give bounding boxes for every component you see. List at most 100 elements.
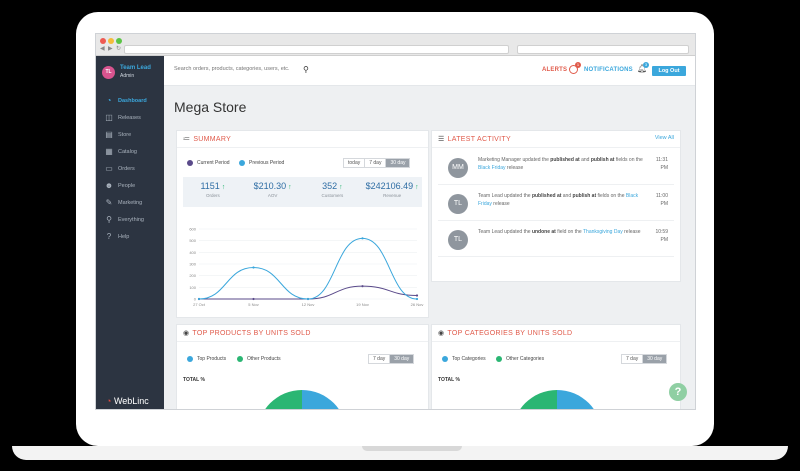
dashboard-icon: ◔	[106, 96, 112, 105]
activity-text: Team Lead updated the published at and p…	[478, 192, 648, 208]
back-icon[interactable]: ◀	[100, 45, 105, 52]
browser-window: ◀ ▶ ↻ TL Team Lead Admin ◔ Dashboard ◫ Rel…	[95, 33, 696, 410]
activity-tail: field on the	[557, 229, 582, 235]
user-profile[interactable]: TL Team Lead Admin	[102, 64, 164, 84]
sidebar-item-everything[interactable]: ⚲ Everything	[96, 211, 164, 228]
user-role: Admin	[120, 73, 135, 79]
x-tick-label: 27 Oct	[193, 302, 206, 307]
alerts-link[interactable]: ALERTS	[542, 67, 567, 73]
avatar: TL	[448, 230, 468, 250]
activity-field: published at	[550, 157, 580, 163]
activity-item: TL Team Lead updated the published at and…	[438, 187, 674, 221]
sidebar-item-label: Marketing	[118, 199, 143, 206]
sidebar-item-catalog[interactable]: ▦ Catalog	[96, 143, 164, 160]
sidebar-item-orders[interactable]: ▭ Orders	[96, 160, 164, 177]
catalog-icon: ▦	[105, 147, 113, 156]
top-categories-card: ◉ TOP CATEGORIES BY UNITS SOLD Top Catego…	[431, 324, 681, 409]
pie-slice-top-categories	[557, 390, 594, 409]
browser-chrome: ◀ ▶ ↻	[96, 34, 695, 56]
marketing-icon: ✎	[105, 198, 113, 207]
sidebar: TL Team Lead Admin ◔ Dashboard ◫ Releases …	[96, 56, 164, 409]
data-point	[197, 297, 201, 301]
y-tick-label: 100	[189, 285, 196, 290]
sidebar-item-label: People	[118, 182, 136, 189]
browser-search-bar[interactable]	[517, 45, 689, 54]
sidebar-item-dashboard[interactable]: ◔ Dashboard	[96, 92, 164, 109]
y-tick-label: 400	[189, 250, 196, 255]
notifications-link[interactable]: NOTIFICATIONS	[584, 67, 633, 73]
divider	[432, 147, 680, 148]
pie-slice-top-products	[302, 390, 339, 409]
activity-text: Marketing Manager updated the published …	[478, 156, 648, 172]
activity-item: TL Team Lead updated the undone at field …	[438, 223, 674, 257]
release-link[interactable]: Thanksgiving Day	[583, 229, 623, 235]
x-tick-label: 12 Nov	[302, 302, 315, 307]
activity-item: MM Marketing Manager updated the publishe…	[438, 151, 674, 185]
activity-time: 11:31 PM	[648, 156, 668, 172]
address-bar[interactable]	[124, 45, 509, 54]
store-icon: ▤	[105, 130, 113, 139]
forward-icon[interactable]: ▶	[108, 45, 113, 52]
activity-field: undone at	[531, 229, 556, 235]
top-products-card: ◉ TOP PRODUCTS BY UNITS SOLD Top Products…	[176, 324, 429, 409]
sidebar-item-help[interactable]: ? Help	[96, 228, 164, 245]
data-point	[361, 237, 364, 240]
notifications-count-badge: 3	[643, 62, 649, 68]
sidebar-item-releases[interactable]: ◫ Releases	[96, 109, 164, 126]
search-input[interactable]	[174, 66, 304, 72]
sidebar-item-label: Catalog	[118, 148, 137, 155]
data-point	[361, 285, 364, 288]
help-icon: ?	[106, 232, 112, 241]
list-icon: ☰	[438, 136, 445, 143]
releases-icon: ◫	[105, 113, 113, 122]
y-tick-label: 0	[194, 297, 197, 302]
minimize-window-icon[interactable]	[108, 38, 114, 44]
activity-field: publish at	[590, 157, 615, 163]
activity-end: release	[624, 229, 641, 235]
activity-tail: fields on the	[615, 157, 643, 163]
time-value: 10:59	[655, 229, 668, 235]
activity-actor: Marketing Manager updated the	[478, 157, 549, 163]
y-tick-label: 200	[189, 273, 196, 278]
sidebar-item-people[interactable]: ☻ People	[96, 177, 164, 194]
search-icon: ⚲	[106, 215, 112, 224]
sidebar-item-label: Store	[118, 131, 132, 138]
logo-text: WebLinc	[113, 396, 149, 406]
x-tick-label: 19 Nov	[356, 302, 369, 307]
reload-icon[interactable]: ↻	[116, 45, 121, 52]
activity-title: ☰ LATEST ACTIVITY	[438, 135, 511, 143]
categories-pie	[520, 390, 594, 409]
y-tick-label: 500	[189, 238, 196, 243]
activity-end: release	[506, 165, 524, 171]
data-point	[415, 294, 419, 297]
sidebar-item-label: Releases	[118, 114, 141, 121]
logo-mark-icon: ◔	[106, 396, 112, 406]
release-link[interactable]: Black Friday	[478, 165, 506, 171]
pie-slice-other-categories	[520, 390, 557, 409]
help-chat-button[interactable]: ?	[669, 383, 687, 401]
laptop-notch	[362, 446, 462, 451]
activity-end: release	[493, 201, 510, 207]
search-icon[interactable]: ⚲	[303, 65, 309, 74]
time-period: PM	[660, 237, 669, 243]
summary-card: ≔ SUMMARY Current Period Previous Period …	[176, 130, 429, 318]
activity-title-text: LATEST ACTIVITY	[447, 136, 511, 143]
view-all-link[interactable]: View All	[655, 135, 674, 141]
sidebar-item-store[interactable]: ▤ Store	[96, 126, 164, 143]
y-tick-label: 300	[189, 262, 196, 267]
time-value: 11:00	[655, 193, 668, 199]
sidebar-item-marketing[interactable]: ✎ Marketing	[96, 194, 164, 211]
close-window-icon[interactable]	[100, 38, 106, 44]
activity-time: 11:00 PM	[648, 192, 668, 208]
sidebar-item-label: Dashboard	[118, 97, 147, 104]
x-tick-label: 5 Nov	[248, 302, 258, 307]
user-name: Team Lead	[120, 65, 151, 71]
page-title: Mega Store	[174, 99, 247, 115]
avatar: MM	[448, 158, 468, 178]
maximize-window-icon[interactable]	[116, 38, 122, 44]
alerts-count-badge: 1	[575, 62, 581, 68]
logout-button[interactable]: Log Out	[652, 66, 686, 76]
weblinc-logo: ◔ WebLinc	[106, 396, 149, 406]
data-point	[415, 297, 419, 301]
activity-text: Team Lead updated the undone at field on…	[478, 228, 648, 236]
